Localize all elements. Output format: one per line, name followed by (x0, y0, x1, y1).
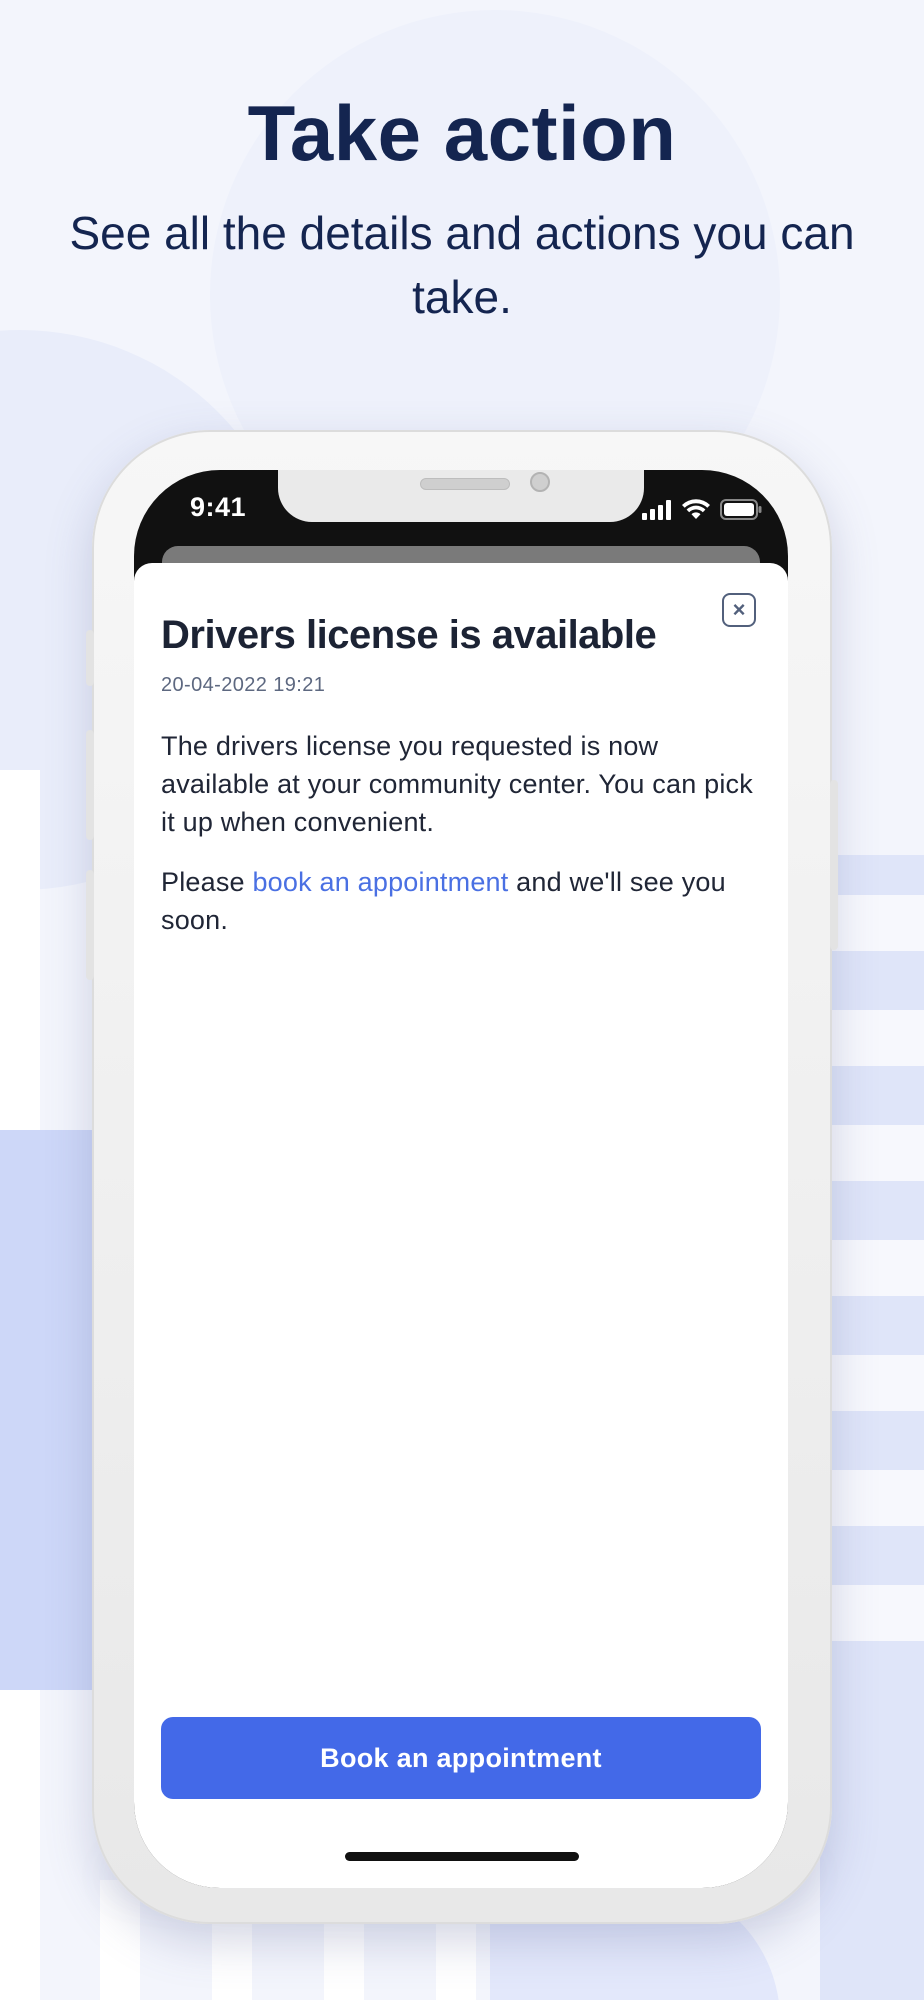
book-appointment-link[interactable]: book an appointment (252, 867, 508, 897)
body-paragraph: The drivers license you requested is now… (161, 731, 753, 837)
background-stripe (820, 1010, 924, 1066)
hero-header: Take action See all the details and acti… (0, 88, 924, 329)
phone-side-button (830, 780, 838, 950)
battery-icon (720, 499, 762, 520)
notification-timestamp: 20-04-2022 19:21 (161, 674, 326, 696)
speaker-grille (420, 478, 510, 490)
phone-side-button (86, 730, 94, 840)
notification-sheet: × Drivers license is available 20-04-202… (134, 563, 788, 1888)
phone-side-button (86, 630, 94, 686)
phone-notch (278, 470, 644, 522)
notification-title: Drivers license is available (161, 613, 657, 657)
background-stripe (820, 1470, 924, 1526)
close-icon[interactable]: × (722, 593, 756, 627)
status-icons (642, 496, 762, 520)
background-stripe (820, 1585, 924, 1641)
status-time: 9:41 (190, 492, 247, 522)
cellular-signal-icon (642, 500, 671, 520)
background-stripe (820, 1125, 924, 1181)
phone-frame: 9:41 × Drivers license is available 20-0… (86, 430, 838, 1924)
background-stripe (100, 1880, 140, 2000)
wifi-icon (682, 499, 710, 519)
phone-side-button (86, 870, 94, 980)
phone-screen: 9:41 × Drivers license is available 20-0… (134, 470, 788, 1888)
hero-subtitle: See all the details and actions you can … (69, 207, 855, 323)
notification-body: The drivers license you requested is now… (161, 727, 761, 961)
home-indicator[interactable] (345, 1852, 579, 1861)
front-camera (530, 472, 550, 492)
background-stripe (820, 1355, 924, 1411)
body-paragraph-appointment: Please book an appointment and we'll see… (161, 863, 761, 939)
hero-title: Take action (247, 89, 677, 177)
background-stripe (820, 1240, 924, 1296)
book-appointment-button[interactable]: Book an appointment (161, 1717, 761, 1799)
body-text-prefix: Please (161, 867, 253, 897)
